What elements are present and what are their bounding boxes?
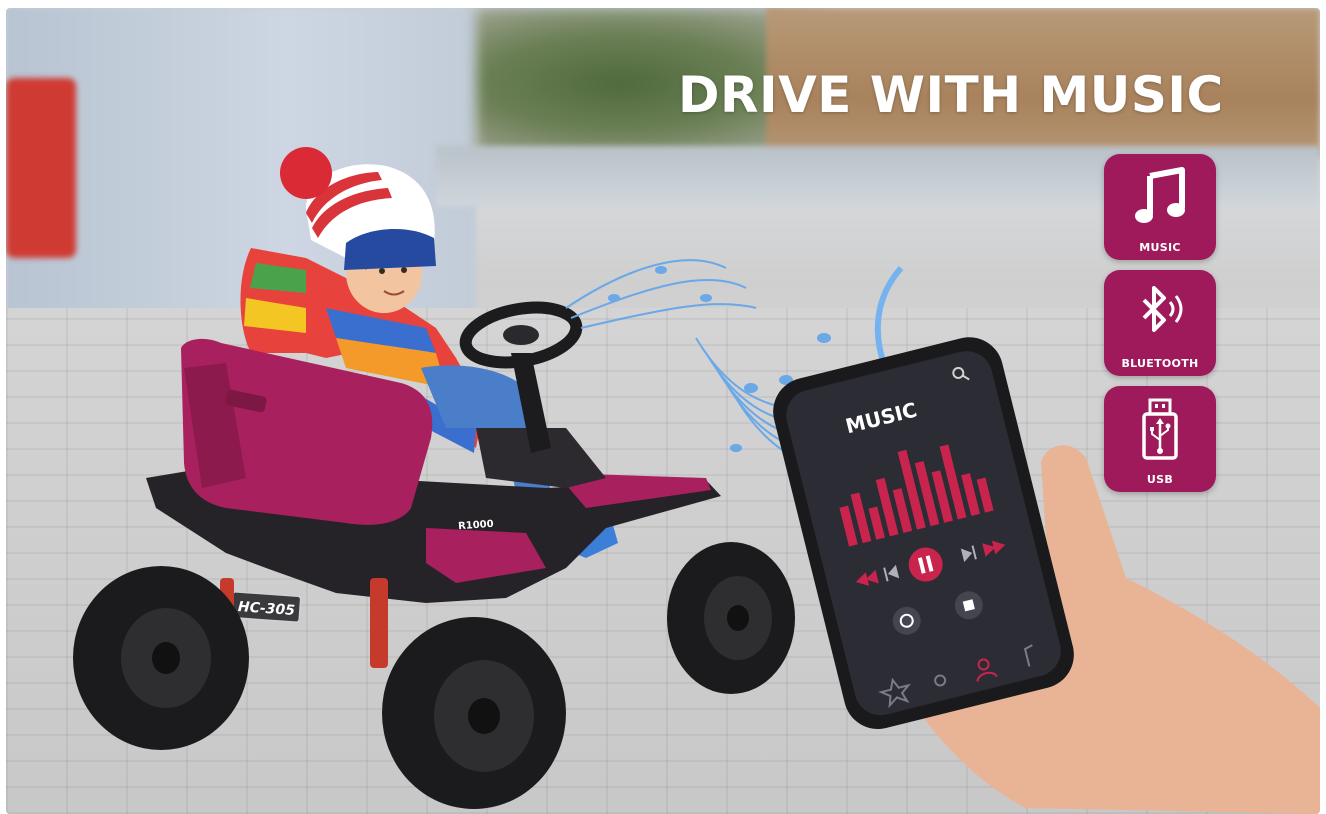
- bluetooth-icon: [1142, 286, 1183, 332]
- usb-icon: [1142, 398, 1178, 460]
- feature-badge-usb: USB: [1104, 386, 1216, 492]
- product-scene: HC-305 R1000 MUSIC DRIVE WITH MUSIC MUSI…: [6, 8, 1320, 814]
- smartphone: MUSIC: [773, 337, 1074, 729]
- feature-label: USB: [1146, 473, 1174, 486]
- feature-label: MUSIC: [1139, 241, 1181, 254]
- music-note-icon: [1135, 167, 1185, 223]
- rear-left-wheel: [73, 566, 249, 750]
- model-badge: HC-305: [230, 591, 302, 623]
- feature-badge-bluetooth: BLUETOOTH: [1104, 270, 1216, 376]
- headline: DRIVE WITH MUSIC: [678, 66, 1224, 124]
- feature-label: BLUETOOTH: [1121, 357, 1199, 370]
- rear-right-wheel: [382, 617, 566, 809]
- front-wheel: [667, 542, 795, 694]
- feature-badge-music: MUSIC: [1104, 154, 1216, 260]
